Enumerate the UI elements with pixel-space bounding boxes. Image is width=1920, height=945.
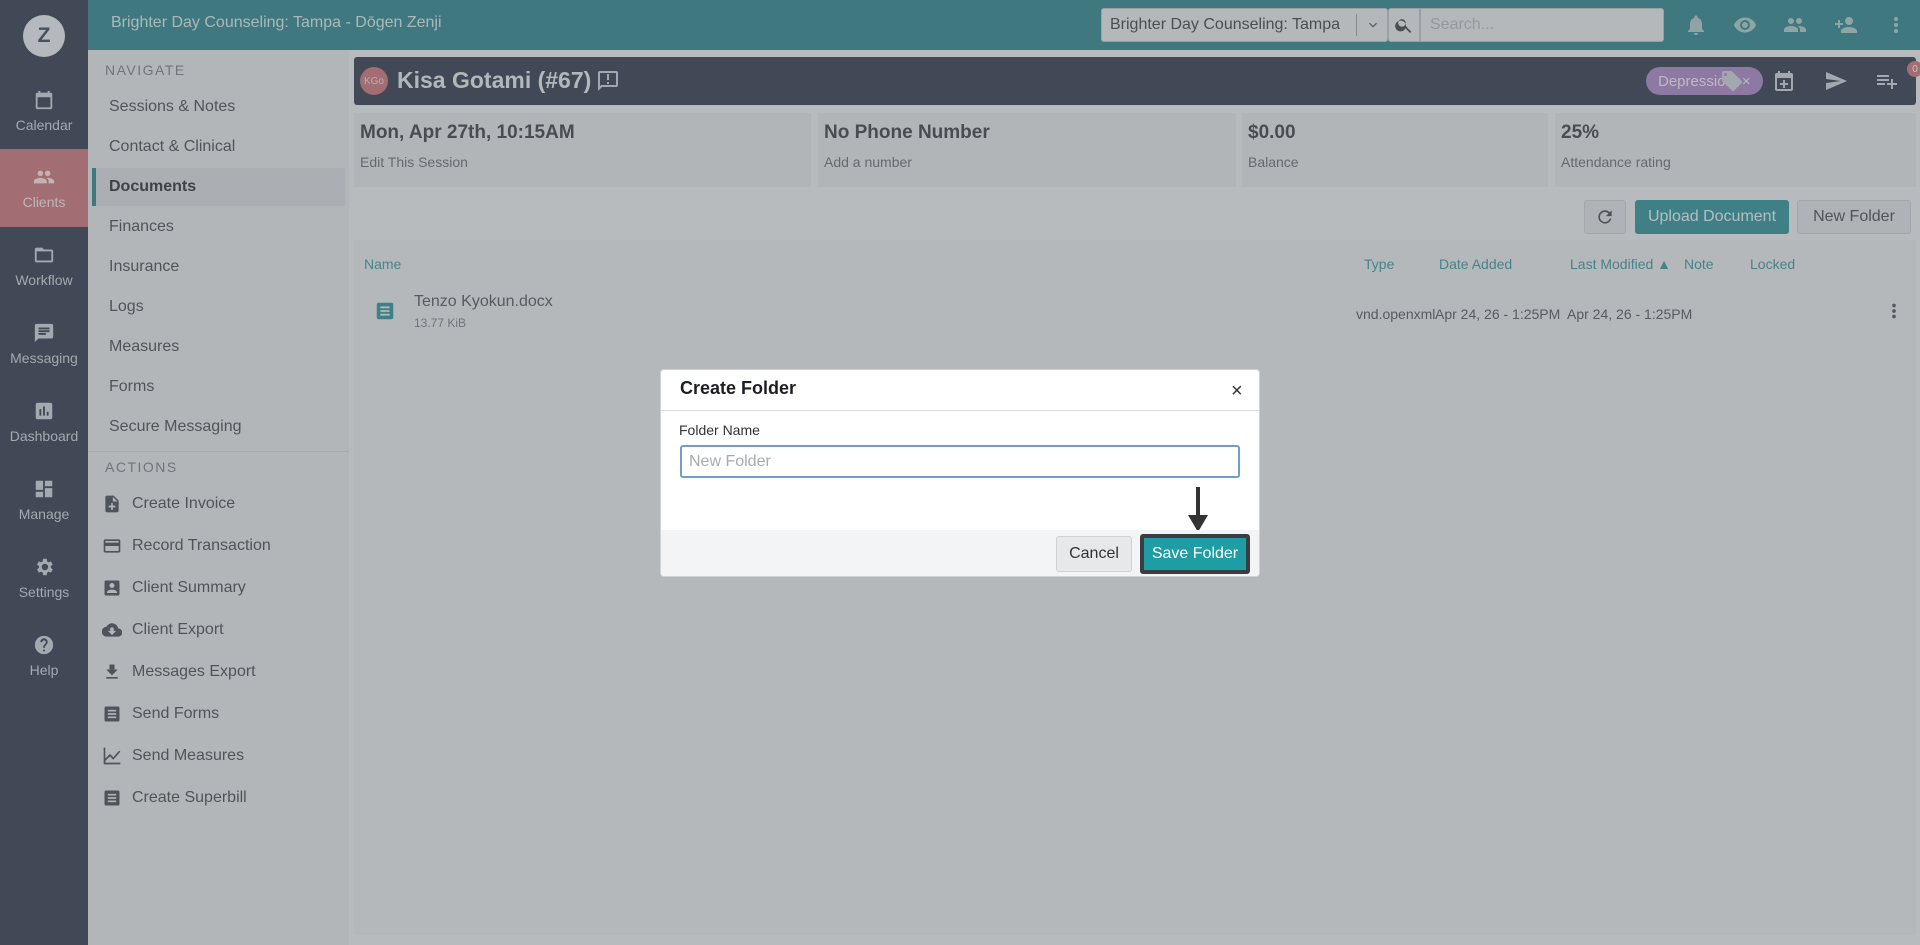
cancel-button[interactable]: Cancel — [1056, 536, 1132, 572]
folder-name-label: Folder Name — [679, 422, 760, 438]
create-folder-dialog: Create Folder × Folder Name Cancel Save … — [660, 369, 1260, 577]
save-folder-button[interactable]: Save Folder — [1140, 534, 1250, 574]
dialog-footer: Cancel Save Folder — [661, 530, 1259, 576]
folder-name-input[interactable] — [680, 445, 1240, 478]
dialog-title: Create Folder — [680, 378, 797, 398]
close-icon[interactable]: × — [1231, 380, 1243, 403]
arrow-down-icon — [1188, 487, 1208, 532]
dialog-divider — [661, 410, 1259, 411]
